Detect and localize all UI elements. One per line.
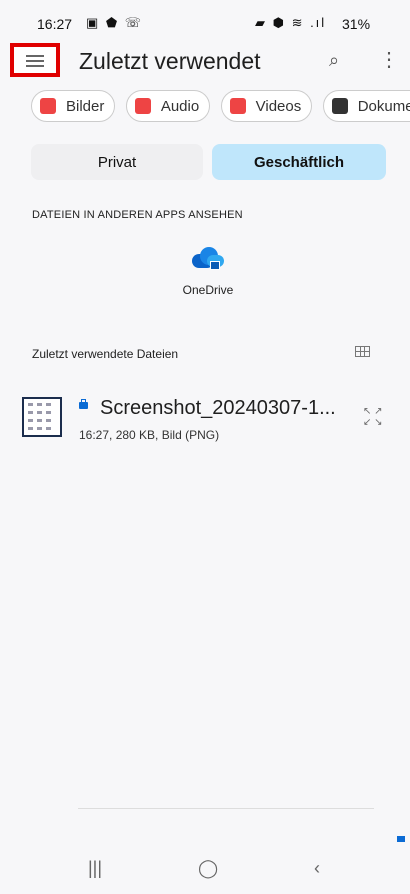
onedrive-label: OneDrive [182, 283, 234, 297]
recent-apps-icon[interactable]: ||| [88, 858, 102, 879]
battery-label: 31% [342, 16, 371, 32]
expand-icon[interactable]: ↖ ↗ ↙ ↘ [363, 406, 383, 428]
system-status-icons: ▰ ⬢ ≋ .ıl [255, 15, 327, 30]
menu-icon-line [26, 60, 44, 62]
chip-label: Bilder [66, 97, 105, 115]
apps-section-heading: DATEIEN IN ANDEREN APPS ANSEHEN [32, 209, 243, 221]
home-icon[interactable]: ◯ [198, 858, 218, 879]
status-bar: 16:27 ▣ ⬟ ☏ ▰ ⬢ ≋ .ıl 31% [0, 0, 410, 40]
tab-business[interactable]: Geschäftlich [212, 144, 386, 180]
file-type-chips: Bilder Audio Videos Dokumente [31, 90, 410, 122]
document-icon [331, 98, 348, 114]
headphones-icon [134, 98, 151, 114]
tab-private[interactable]: Privat [31, 144, 203, 180]
work-profile-icon [397, 836, 405, 842]
chip-dokumente[interactable]: Dokumente [322, 90, 410, 122]
chip-bilder[interactable]: Bilder [31, 90, 116, 122]
onedrive-icon [192, 247, 224, 270]
video-icon [229, 98, 246, 114]
image-icon [40, 98, 56, 114]
chip-label: Dokumente [357, 97, 410, 115]
more-options-icon[interactable]: ⋮ [379, 47, 399, 72]
notification-icons: ▣ ⬟ ☏ [86, 15, 144, 30]
chip-videos[interactable]: Videos [220, 90, 313, 122]
menu-icon-line [26, 65, 44, 67]
menu-icon-line [26, 55, 44, 57]
divider [78, 808, 374, 809]
chip-label: Audio [160, 97, 200, 115]
phone-screen: 16:27 ▣ ⬟ ☏ ▰ ⬢ ≋ .ıl 31% Zuletzt verwen… [0, 0, 410, 894]
recent-files-heading: Zuletzt verwendete Dateien [32, 347, 179, 361]
page-title: Zuletzt verwendet [79, 48, 261, 74]
chip-audio[interactable]: Audio [125, 90, 211, 122]
navigation-menu-button[interactable] [10, 43, 60, 77]
account-toggle: Privat Geschäftlich [31, 144, 386, 180]
file-meta: 16:27, 280 KB, Bild (PNG) [79, 428, 220, 442]
list-item[interactable]: Screenshot_20240307-1... 16:27, 280 KB, … [22, 395, 392, 447]
back-icon[interactable]: ‹ [314, 858, 320, 879]
file-thumbnail [22, 397, 62, 437]
status-time: 16:27 [37, 16, 73, 32]
onedrive-app[interactable]: OneDrive [170, 247, 246, 297]
grid-view-icon[interactable] [355, 346, 370, 357]
work-badge-icon [79, 399, 88, 409]
system-navigation-bar: ||| ◯ ‹ [0, 858, 410, 888]
chip-label: Videos [255, 97, 302, 115]
search-icon[interactable]: ⌕ [329, 50, 339, 71]
file-name: Screenshot_20240307-1... [100, 397, 336, 419]
